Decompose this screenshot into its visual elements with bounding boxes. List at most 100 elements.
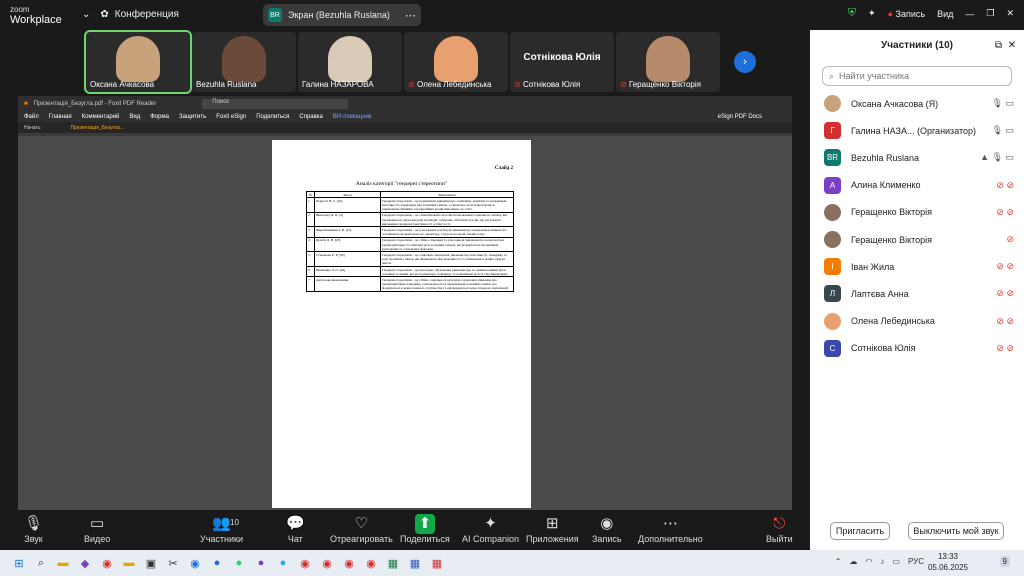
audio-button[interactable]: 🎙 Звук — [24, 514, 43, 544]
leave-button[interactable]: ⎋ Выйти — [766, 514, 793, 544]
wifi-icon[interactable]: ◠ — [865, 557, 872, 566]
copilot-icon[interactable]: ◆ — [74, 554, 96, 572]
zoom-icon[interactable]: ● — [206, 554, 228, 572]
video-tile[interactable]: ⊘ Олена Лебединська — [404, 32, 508, 92]
video-tile[interactable]: Bezuhla Ruslana — [192, 32, 296, 92]
battery-icon[interactable]: ▭ — [892, 557, 900, 566]
file-explorer-icon[interactable]: ▬ — [52, 554, 74, 572]
chrome-icon[interactable]: ◉ — [338, 554, 360, 572]
screen-share-pill[interactable]: BR Экран (Bezuhla Ruslana) ⋯ — [263, 4, 421, 26]
participant-row[interactable]: І Іван Жила ⊘ ⊘ — [810, 253, 1024, 280]
participant-row[interactable]: Л Лаптєва Анна ⊘ ⊘ — [810, 280, 1024, 307]
participant-row[interactable]: Геращенко Вікторія ⊘ — [810, 226, 1024, 253]
files-icon[interactable]: ▬ — [118, 554, 140, 572]
close-panel-icon[interactable]: ✕ — [1008, 40, 1016, 51]
ai-companion-button[interactable]: ✦ AI Companion — [462, 514, 519, 544]
participant-row[interactable]: С Сотнікова Юлія ⊘ ⊘ — [810, 335, 1024, 362]
chrome-icon[interactable]: ◉ — [316, 554, 338, 572]
menu-item[interactable]: Foxit eSign — [216, 114, 246, 120]
search-icon[interactable]: ⌕ — [30, 554, 52, 572]
menu-item[interactable]: Защитить — [179, 114, 206, 120]
participant-row[interactable]: Г Галина НАЗА... (Организатор) 🎙 ▭ — [810, 117, 1024, 144]
pdf-tab[interactable]: Презентація_Безугла... — [70, 125, 124, 131]
video-tile[interactable]: ⊘ Геращенко Вікторія — [616, 32, 720, 92]
telegram-icon[interactable]: ● — [272, 554, 294, 572]
mic-off-icon: ⊘ — [514, 80, 521, 89]
systray[interactable]: ⌃ ☁ ◠ ♪ ▭ РУС — [835, 557, 924, 566]
whatsapp-icon[interactable]: ● — [228, 554, 250, 572]
share-button[interactable]: ⬆ Поделиться — [400, 514, 450, 544]
participant-row[interactable]: Оксана Ачкасова (Я) 🎙 ▭ — [810, 90, 1024, 117]
audio-video-status-icon[interactable]: ⊘ ⊘ — [996, 343, 1014, 354]
video-button[interactable]: ▭ Видео — [84, 514, 110, 544]
video-tile[interactable]: Оксана Ачкасова — [84, 30, 192, 94]
volume-icon[interactable]: ♪ — [880, 557, 884, 566]
pdf-tab[interactable]: Начать — [24, 125, 40, 131]
viber-icon[interactable]: ● — [250, 554, 272, 572]
audio-video-status-icon[interactable]: ⊘ ⊘ — [996, 261, 1014, 272]
cloud-icon[interactable]: ☁ — [849, 557, 857, 566]
esign-button[interactable]: eSign PDF Docs — [718, 114, 762, 120]
participant-row[interactable]: Геращенко Вікторія ⊘ ⊘ — [810, 199, 1024, 226]
minimize-icon[interactable]: — — [965, 9, 974, 19]
word-icon[interactable]: ▦ — [404, 554, 426, 572]
record-button[interactable]: ● Запись — [888, 9, 925, 19]
audio-video-status-icon[interactable]: ⊘ ⊘ — [996, 180, 1014, 191]
pdf-search[interactable]: Поиск — [202, 98, 349, 109]
view-button[interactable]: Вид — [937, 9, 953, 19]
menu-item[interactable]: Справка — [299, 114, 323, 120]
menu-item[interactable]: Главная — [49, 114, 72, 120]
audio-video-status-icon[interactable]: ⊘ ⊘ — [996, 316, 1014, 327]
react-button[interactable]: ♡ Отреагировать — [330, 514, 393, 544]
audio-video-status-icon[interactable]: ▲ 🎙 ▭ — [980, 152, 1014, 163]
meeting-controls: 🎙 Звук ▭ Видео 👥 Участники 10 💬 Чат ♡ Отреагироват… — [0, 510, 810, 550]
ai-sparkle-icon[interactable]: ✦ — [868, 8, 876, 19]
app-icon[interactable]: ◉ — [184, 554, 206, 572]
menu-item[interactable]: Форма — [150, 114, 169, 120]
video-tile[interactable]: Галина НАЗАРОВА — [298, 32, 402, 92]
chrome-icon[interactable]: ◉ — [360, 554, 382, 572]
chat-button[interactable]: 💬 Чат — [286, 514, 305, 544]
menu-item[interactable]: Вид — [129, 114, 140, 120]
menu-item[interactable]: Файл — [24, 114, 39, 120]
popout-icon[interactable]: ⧉ — [995, 40, 1002, 51]
windows-start-icon[interactable]: ⊞ — [8, 554, 30, 572]
more-button[interactable]: ⋯ Дополнительно — [638, 514, 703, 544]
pdf-icon[interactable]: ▦ — [426, 554, 448, 572]
close-icon[interactable]: ✕ — [1006, 8, 1014, 19]
pdf-viewport[interactable]: Слайд 2 Аналіз категорії "гендерні стере… — [18, 136, 792, 510]
meeting-menu[interactable]: ⌄ ✿ Конференция — [82, 9, 179, 20]
excel-icon[interactable]: ▦ — [382, 554, 404, 572]
apps-button[interactable]: ⊞ Приложения — [526, 514, 579, 544]
restore-icon[interactable]: ❐ — [986, 8, 994, 19]
participant-search-input[interactable]: ⌕ Найти участника — [822, 66, 1012, 86]
table-row: 6 Шевченко Л. О. [44] Гендерні стереотипи … — [306, 266, 514, 278]
participant-row[interactable]: А Алина Клименко ⊘ ⊘ — [810, 172, 1024, 199]
shield-icon[interactable]: ⛨ — [848, 7, 856, 20]
audio-video-status-icon[interactable]: ⊘ ⊘ — [996, 207, 1014, 218]
audio-video-status-icon[interactable]: 🎙 ▭ — [992, 125, 1014, 136]
store-icon[interactable]: ▣ — [140, 554, 162, 572]
video-tile[interactable]: Сотнікова Юлія ⊘ Сотнікова Юлія — [510, 32, 614, 92]
more-icon[interactable]: ⋯ — [405, 9, 416, 22]
language-indicator[interactable]: РУС — [908, 557, 924, 566]
chrome-icon[interactable]: ◉ — [96, 554, 118, 572]
participant-row[interactable]: BR Bezuhla Ruslana ▲ 🎙 ▭ — [810, 144, 1024, 171]
menu-item[interactable]: ВИ-помощник — [333, 114, 372, 120]
chrome-icon[interactable]: ◉ — [294, 554, 316, 572]
clock[interactable]: 13:33 05.06.2025 — [928, 551, 968, 573]
audio-video-status-icon[interactable]: ⊘ ⊘ — [996, 288, 1014, 299]
capcut-icon[interactable]: ✂ — [162, 554, 184, 572]
mute-me-button[interactable]: Выключить мой звук — [908, 522, 1004, 540]
menu-item[interactable]: Комментарий — [82, 114, 120, 120]
audio-video-status-icon[interactable]: ⊘ — [1006, 234, 1014, 245]
record-button[interactable]: ◉ Запись — [592, 514, 622, 544]
participant-row[interactable]: Олена Лебединська ⊘ ⊘ — [810, 308, 1024, 335]
notification-badge[interactable]: 9 — [999, 556, 1010, 567]
audio-video-status-icon[interactable]: 🎙 ▭ — [992, 98, 1014, 109]
next-page-button[interactable]: › — [734, 51, 756, 73]
invite-button[interactable]: Пригласить — [830, 522, 890, 540]
menu-item[interactable]: Поделиться — [256, 114, 289, 120]
participants-button[interactable]: 👥 Участники 10 — [200, 514, 243, 544]
chevron-up-icon[interactable]: ⌃ — [835, 557, 842, 566]
